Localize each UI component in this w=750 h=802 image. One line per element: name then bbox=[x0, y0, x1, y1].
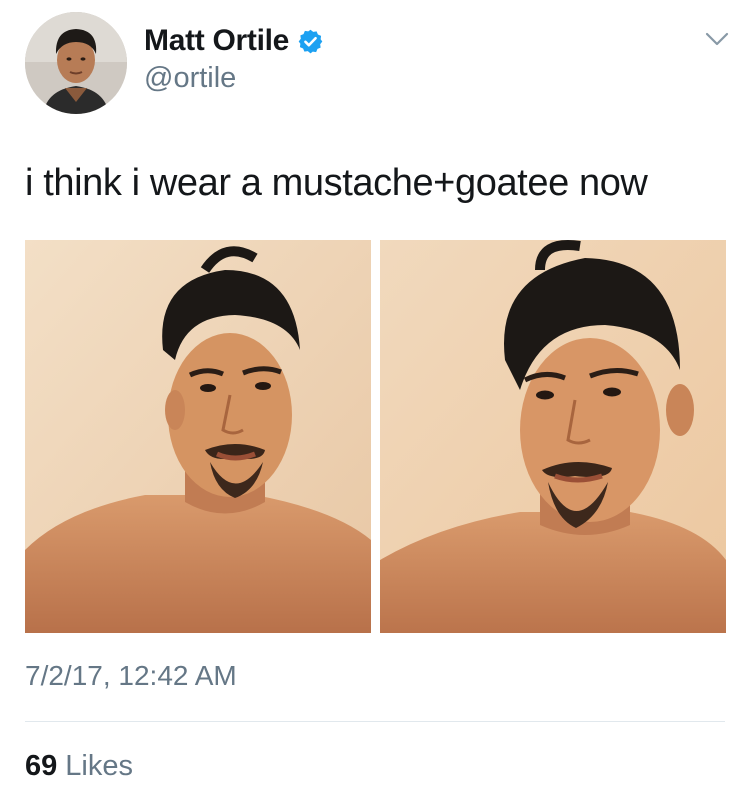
tweet-header: Matt Ortile @ortile bbox=[0, 0, 750, 120]
verified-badge-icon bbox=[297, 28, 324, 55]
likes-label: Likes bbox=[65, 750, 133, 782]
likes-count: 69 bbox=[25, 750, 58, 782]
media-photo-1[interactable] bbox=[25, 240, 371, 633]
author-name-row[interactable]: Matt Ortile bbox=[144, 24, 324, 58]
divider bbox=[25, 721, 725, 722]
tweet-media bbox=[25, 240, 726, 633]
media-photo-2[interactable] bbox=[380, 240, 726, 633]
profile-photo-icon bbox=[25, 12, 127, 114]
selfie-photo-icon bbox=[25, 240, 371, 633]
selfie-photo-icon bbox=[380, 240, 726, 633]
author-display-name[interactable]: Matt Ortile bbox=[144, 24, 289, 58]
tweet-timestamp[interactable]: 7/2/17, 12:42 AM bbox=[25, 660, 237, 692]
tweet-text: i think i wear a mustache+goatee now bbox=[25, 162, 648, 204]
chevron-down-icon[interactable] bbox=[704, 30, 730, 48]
author-handle[interactable]: @ortile bbox=[144, 62, 236, 95]
avatar[interactable] bbox=[25, 12, 127, 114]
likes-stat[interactable]: 69 Likes bbox=[25, 750, 133, 783]
